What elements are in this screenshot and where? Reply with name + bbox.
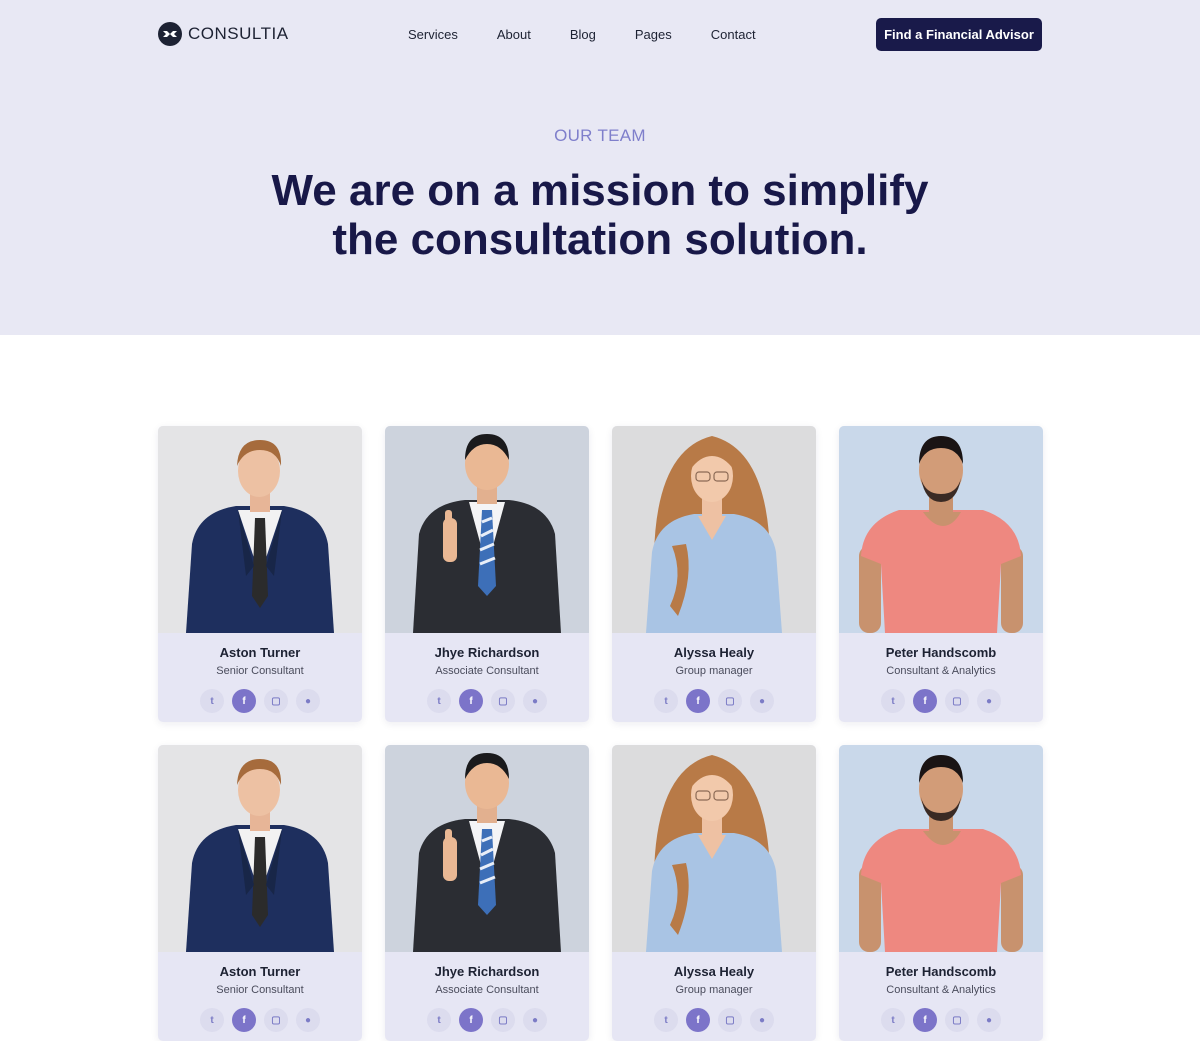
team-member-name: Peter Handscomb: [885, 645, 997, 660]
team-member-role: Group manager: [675, 665, 753, 677]
team-member-photo: [385, 745, 589, 952]
team-member-info: Aston Turner Senior Consultant t f ▢ ●: [158, 964, 362, 1032]
team-member-info: Aston Turner Senior Consultant t f ▢ ●: [158, 645, 362, 713]
github-icon[interactable]: ●: [523, 689, 547, 713]
facebook-icon[interactable]: f: [459, 689, 483, 713]
find-advisor-button[interactable]: Find a Financial Advisor: [876, 18, 1042, 51]
team-member-role: Consultant & Analytics: [886, 984, 996, 996]
social-links: t f ▢ ●: [158, 1008, 362, 1032]
team-member-role: Associate Consultant: [435, 984, 539, 996]
twitter-icon[interactable]: t: [427, 689, 451, 713]
team-member-photo: [839, 426, 1043, 633]
team-member-name: Aston Turner: [219, 964, 301, 979]
team-member-role: Group manager: [675, 984, 753, 996]
social-links: t f ▢ ●: [612, 689, 816, 713]
team-member-name: Jhye Richardson: [434, 964, 540, 979]
team-card: Peter Handscomb Consultant & Analytics t f ▢…: [839, 745, 1043, 1041]
social-links: t f ▢ ●: [158, 689, 362, 713]
team-member-name: Alyssa Healy: [673, 645, 755, 660]
top-nav: CONSULTIA Services About Blog Pages Cont…: [0, 0, 1200, 70]
github-icon[interactable]: ●: [977, 689, 1001, 713]
instagram-icon[interactable]: ▢: [945, 689, 969, 713]
nav-links: Services About Blog Pages Contact: [408, 27, 795, 42]
twitter-icon[interactable]: t: [200, 689, 224, 713]
brand-name: CONSULTIA: [188, 24, 289, 43]
twitter-icon[interactable]: t: [654, 689, 678, 713]
social-links: t f ▢ ●: [385, 689, 589, 713]
team-member-name: Alyssa Healy: [673, 964, 755, 979]
github-icon[interactable]: ●: [296, 689, 320, 713]
twitter-icon[interactable]: t: [881, 1008, 905, 1032]
social-links: t f ▢ ●: [839, 1008, 1043, 1032]
nav-link-blog[interactable]: Blog: [570, 27, 596, 42]
team-card: Aston Turner Senior Consultant t f ▢ ●: [158, 426, 362, 722]
team-card: Alyssa Healy Group manager t f ▢ ●: [612, 745, 816, 1041]
team-member-info: Peter Handscomb Consultant & Analytics t f ▢…: [839, 645, 1043, 713]
twitter-icon[interactable]: t: [654, 1008, 678, 1032]
team-member-photo: [612, 426, 816, 633]
facebook-icon[interactable]: f: [686, 1008, 710, 1032]
page-headline: We are on a mission to simplify the cons…: [0, 166, 1200, 264]
instagram-icon[interactable]: ▢: [264, 1008, 288, 1032]
team-card: Alyssa Healy Group manager t f ▢ ●: [612, 426, 816, 722]
facebook-icon[interactable]: f: [232, 1008, 256, 1032]
instagram-icon[interactable]: ▢: [718, 1008, 742, 1032]
team-member-photo: [612, 745, 816, 952]
team-member-info: Alyssa Healy Group manager t f ▢ ●: [612, 964, 816, 1032]
github-icon[interactable]: ●: [296, 1008, 320, 1032]
brand-logo-icon: [158, 22, 182, 46]
team-member-photo: [158, 745, 362, 952]
team-member-photo: [839, 745, 1043, 952]
twitter-icon[interactable]: t: [881, 689, 905, 713]
team-member-role: Senior Consultant: [216, 984, 304, 996]
facebook-icon[interactable]: f: [232, 689, 256, 713]
team-member-photo: [385, 426, 589, 633]
github-icon[interactable]: ●: [977, 1008, 1001, 1032]
section-eyebrow: OUR TEAM: [554, 126, 646, 145]
facebook-icon[interactable]: f: [459, 1008, 483, 1032]
twitter-icon[interactable]: t: [427, 1008, 451, 1032]
social-links: t f ▢ ●: [385, 1008, 589, 1032]
twitter-icon[interactable]: t: [200, 1008, 224, 1032]
team-member-info: Jhye Richardson Associate Consultant t f ▢ ●: [385, 645, 589, 713]
team-member-role: Consultant & Analytics: [886, 665, 996, 677]
team-card: Jhye Richardson Associate Consultant t f ▢ ●: [385, 426, 589, 722]
team-member-role: Associate Consultant: [435, 665, 539, 677]
facebook-icon[interactable]: f: [686, 689, 710, 713]
team-member-role: Senior Consultant: [216, 665, 304, 677]
instagram-icon[interactable]: ▢: [264, 689, 288, 713]
instagram-icon[interactable]: ▢: [491, 1008, 515, 1032]
facebook-icon[interactable]: f: [913, 689, 937, 713]
team-card: Aston Turner Senior Consultant t f ▢ ●: [158, 745, 362, 1041]
nav-link-services[interactable]: Services: [408, 27, 458, 42]
headline-line-1: We are on a mission to simplify: [271, 166, 929, 215]
facebook-icon[interactable]: f: [913, 1008, 937, 1032]
instagram-icon[interactable]: ▢: [491, 689, 515, 713]
team-member-name: Aston Turner: [219, 645, 301, 660]
github-icon[interactable]: ●: [523, 1008, 547, 1032]
team-member-name: Peter Handscomb: [885, 964, 997, 979]
headline-line-2: the consultation solution.: [332, 215, 868, 264]
team-card: Jhye Richardson Associate Consultant t f ▢ ●: [385, 745, 589, 1041]
github-icon[interactable]: ●: [750, 1008, 774, 1032]
team-member-info: Alyssa Healy Group manager t f ▢ ●: [612, 645, 816, 713]
hero-section: CONSULTIA Services About Blog Pages Cont…: [0, 0, 1200, 335]
github-icon[interactable]: ●: [750, 689, 774, 713]
team-card: Peter Handscomb Consultant & Analytics t f ▢…: [839, 426, 1043, 722]
nav-link-contact[interactable]: Contact: [711, 27, 756, 42]
team-member-info: Peter Handscomb Consultant & Analytics t f ▢…: [839, 964, 1043, 1032]
nav-link-about[interactable]: About: [497, 27, 531, 42]
social-links: t f ▢ ●: [839, 689, 1043, 713]
brand-logo[interactable]: CONSULTIA: [158, 22, 289, 46]
instagram-icon[interactable]: ▢: [945, 1008, 969, 1032]
instagram-icon[interactable]: ▢: [718, 689, 742, 713]
team-member-photo: [158, 426, 362, 633]
team-member-info: Jhye Richardson Associate Consultant t f ▢ ●: [385, 964, 589, 1032]
nav-link-pages[interactable]: Pages: [635, 27, 672, 42]
social-links: t f ▢ ●: [612, 1008, 816, 1032]
team-member-name: Jhye Richardson: [434, 645, 540, 660]
